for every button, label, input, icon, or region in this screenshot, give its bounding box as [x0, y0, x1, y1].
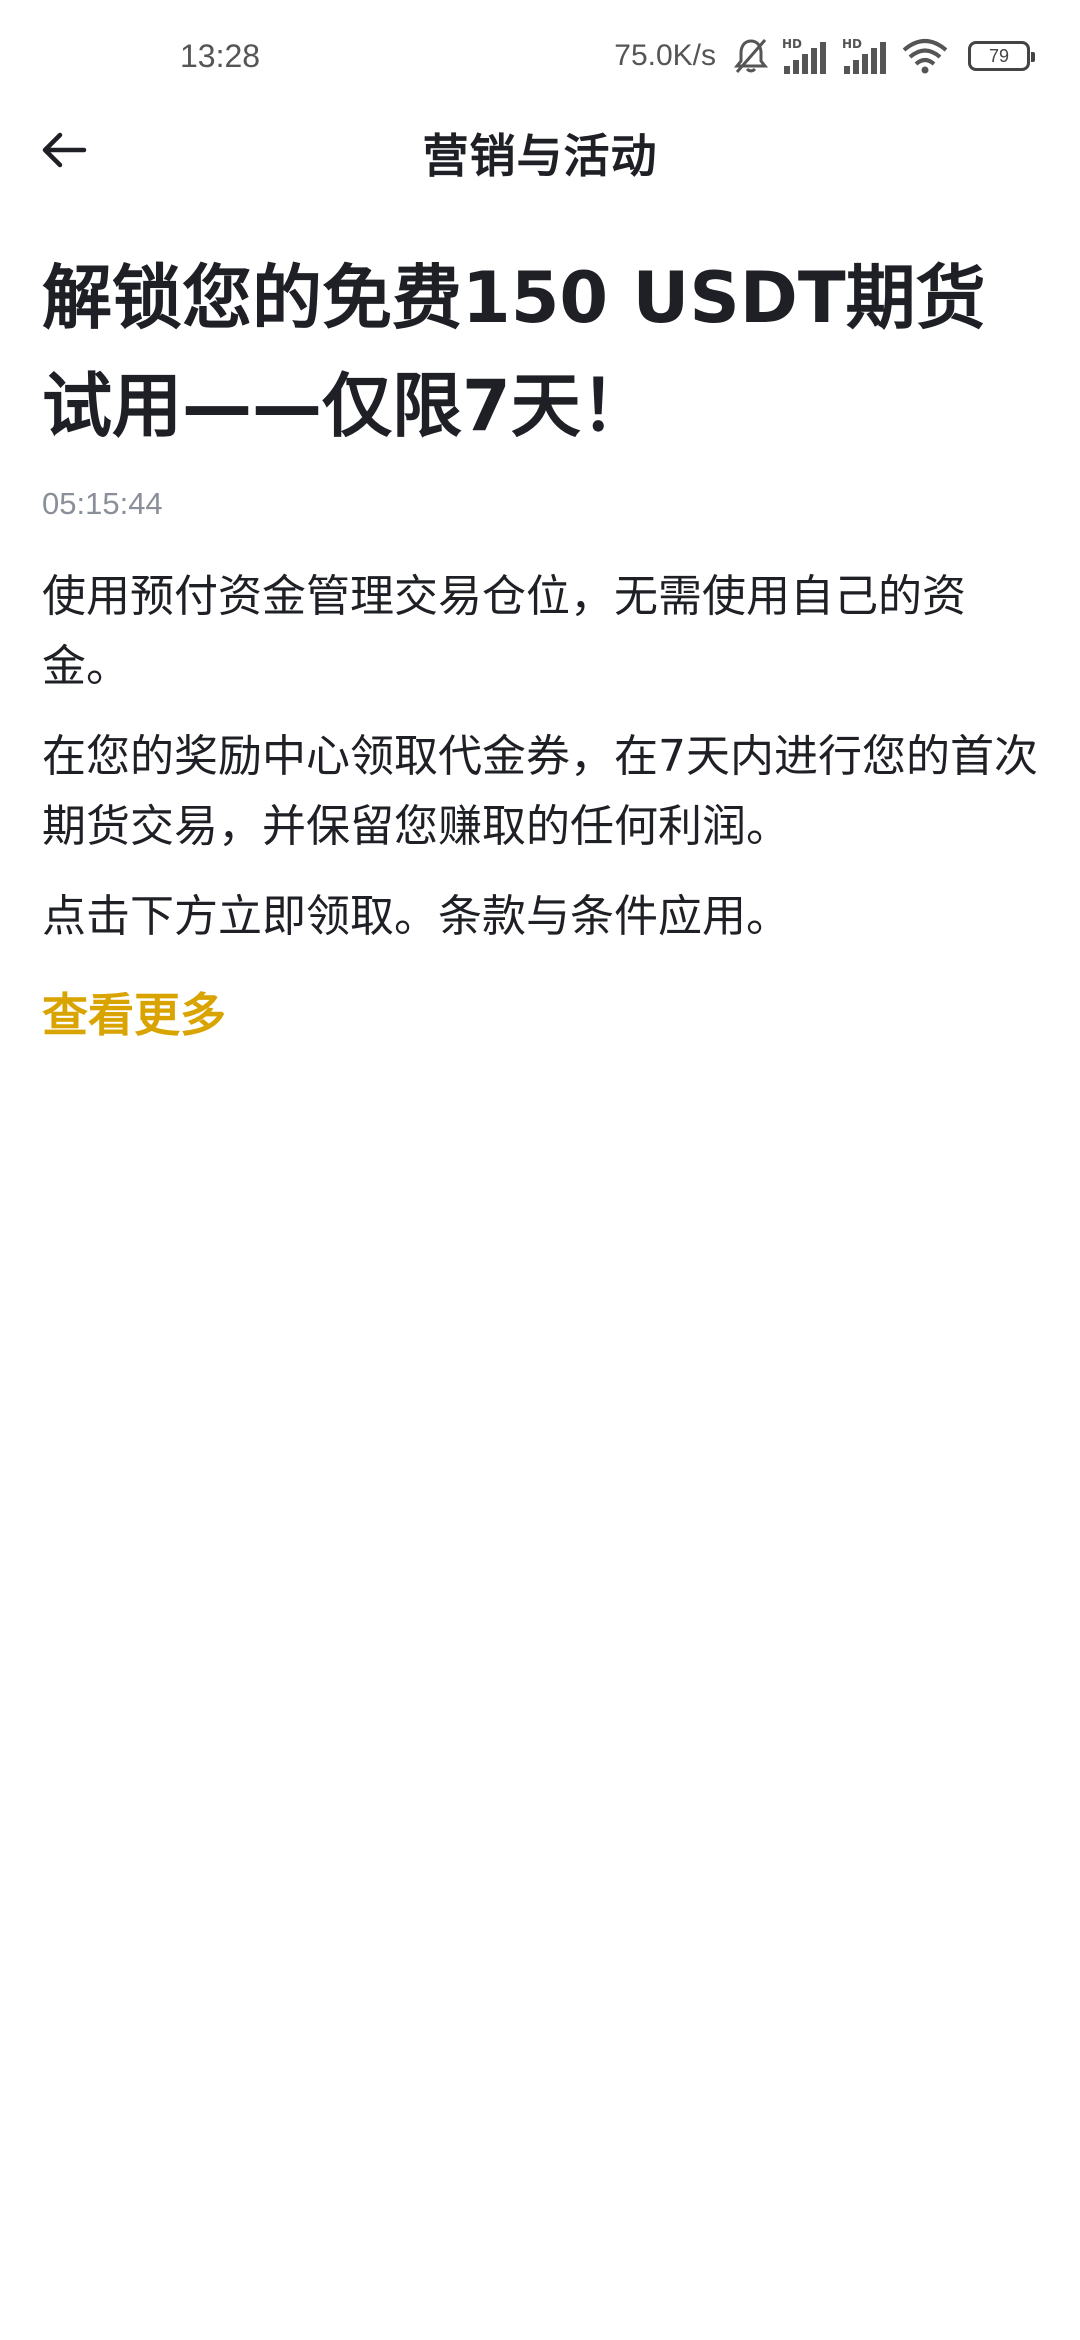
article-body: 使用预付资金管理交易仓位，无需使用自己的资金。 在您的奖励中心领取代金券，在7天…	[42, 562, 1042, 952]
signal-hd-icon: HD	[840, 36, 890, 76]
app-header: 营销与活动	[0, 112, 1080, 192]
article-paragraph: 点击下方立即领取。条款与条件应用。	[42, 891, 790, 942]
status-bar: 13:28 75.0K/s HD HD 79	[0, 0, 1080, 112]
network-speed: 75.0K/s	[614, 39, 716, 72]
see-more-link[interactable]: 查看更多	[42, 980, 226, 1050]
status-icons: 75.0K/s HD HD 79	[614, 34, 1035, 78]
article-paragraph: 使用预付资金管理交易仓位，无需使用自己的资金。	[42, 571, 966, 692]
bell-muted-icon	[732, 36, 770, 76]
svg-text:HD: HD	[782, 37, 802, 51]
article-paragraph: 在您的奖励中心领取代金券，在7天内进行您的首次期货交易，并保留您赚取的任何利润。	[42, 731, 1038, 852]
status-time: 13:28	[180, 38, 261, 74]
signal-hd-icon: HD	[780, 36, 830, 76]
article-time: 05:15:44	[42, 486, 163, 521]
page-title: 营销与活动	[422, 129, 658, 183]
article-title: 解锁您的免费150 USDT期货试用——仅限7天！	[42, 257, 986, 447]
article: 解锁您的免费150 USDT期货试用——仅限7天！ 05:15:44 使用预付资…	[42, 244, 1042, 1050]
wifi-icon	[900, 36, 950, 76]
battery-icon: 79	[968, 41, 1035, 71]
svg-text:HD: HD	[842, 37, 862, 51]
